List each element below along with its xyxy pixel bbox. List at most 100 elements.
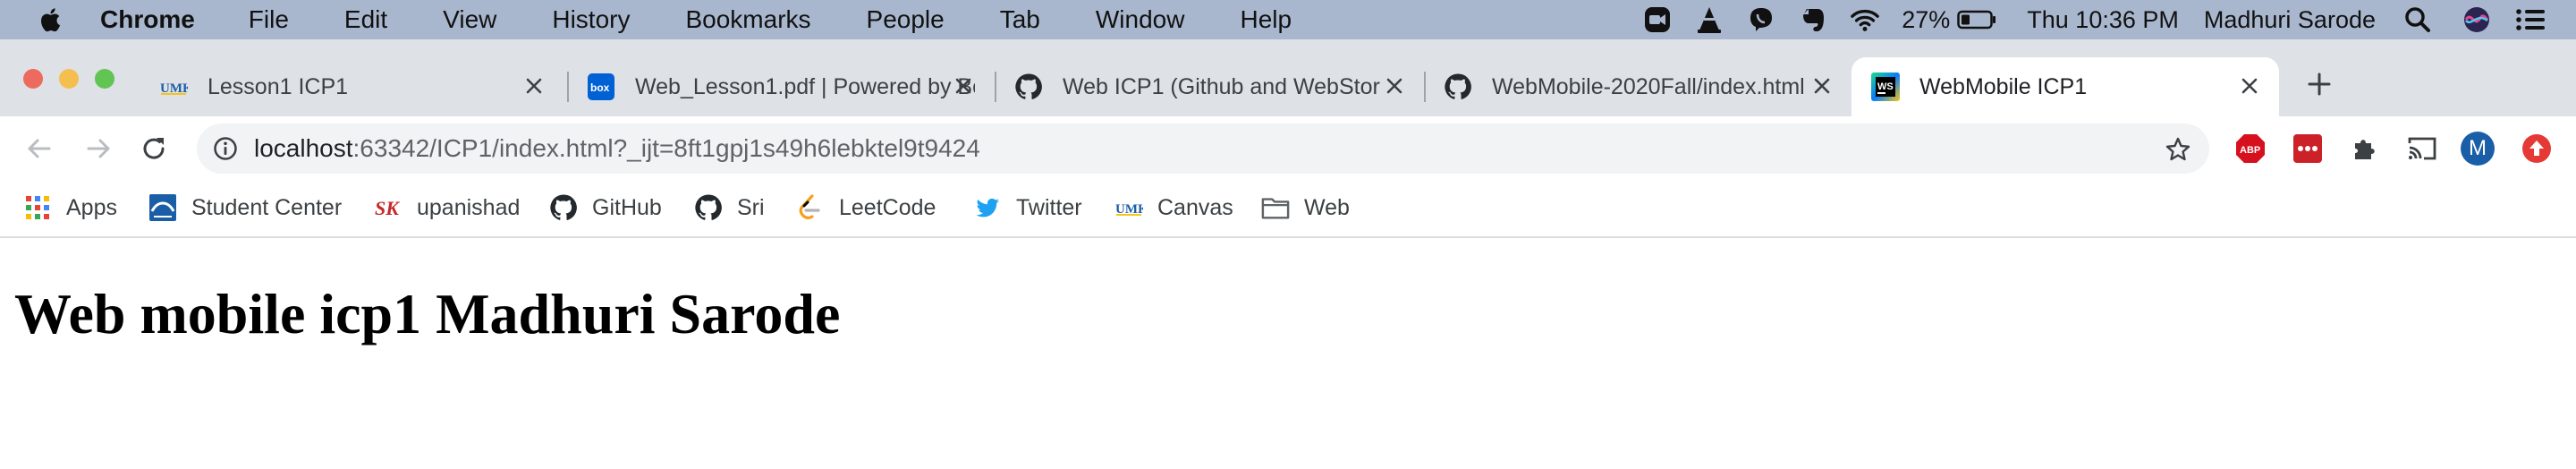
bookmark-sri[interactable]: Sri [694, 190, 765, 226]
siri-icon[interactable] [2462, 4, 2492, 35]
folder-icon [1261, 193, 1290, 222]
github-icon [1444, 72, 1472, 101]
umkc-icon: UMKC [159, 72, 188, 101]
bookmarks-bar: Apps Student Center SK upanishad GitHub … [0, 181, 2576, 238]
address-bar[interactable]: localhost:63342/ICP1/index.html?_ijt=8ft… [197, 124, 2209, 174]
tab-title: WebMobile ICP1 [1919, 73, 2088, 99]
menu-people[interactable]: People [867, 5, 945, 34]
bookmark-student-center[interactable]: Student Center [148, 190, 342, 226]
box-icon: box [587, 72, 615, 101]
web-page-content: Web mobile icp1 Madhuri Sarode [0, 240, 2576, 469]
forward-button[interactable] [80, 131, 116, 166]
wifi-icon[interactable] [1850, 4, 1880, 35]
bookmark-upanishad[interactable]: SK upanishad [374, 190, 520, 226]
apple-icon[interactable] [38, 6, 64, 33]
tab-title: Web ICP1 (Github and WebStorm) [1063, 73, 1381, 99]
profile-avatar[interactable]: M [2460, 131, 2496, 166]
tab-separator [567, 72, 569, 102]
vlc-icon[interactable] [1694, 4, 1724, 35]
tab-webmobile-icp1[interactable]: WS WebMobile ICP1 [1852, 57, 2279, 116]
tab-close-icon[interactable] [1381, 72, 1408, 99]
twitter-icon [973, 193, 1002, 222]
evernote-icon[interactable] [1798, 4, 1828, 35]
page-heading: Web mobile icp1 Madhuri Sarode [14, 282, 841, 345]
menu-tab[interactable]: Tab [1000, 5, 1040, 34]
github-icon [1014, 72, 1043, 101]
bookmark-label: Web [1304, 194, 1350, 220]
tab-close-icon[interactable] [1809, 72, 1835, 99]
reload-button[interactable] [136, 131, 172, 166]
svg-text:ABP: ABP [2240, 145, 2260, 156]
browser-toolbar: localhost:63342/ICP1/index.html?_ijt=8ft… [0, 116, 2576, 181]
cast-icon[interactable] [2404, 131, 2440, 166]
tab-strip: UMKC Lesson1 ICP1 box Web_Lesson1.pdf | … [0, 39, 2576, 116]
leetcode-icon [796, 193, 825, 222]
menu-help[interactable]: Help [1240, 5, 1292, 34]
menu-file[interactable]: File [249, 5, 289, 34]
menu-view[interactable]: View [443, 5, 496, 34]
tab-close-icon[interactable] [2236, 72, 2263, 99]
svg-text:box: box [590, 81, 610, 94]
viber-icon[interactable] [1746, 4, 1776, 35]
bookmark-label: LeetCode [839, 194, 936, 220]
update-available-icon[interactable] [2519, 131, 2555, 166]
tab-close-icon[interactable] [950, 72, 977, 99]
webstorm-icon: WS [1871, 72, 1900, 101]
back-button[interactable] [21, 131, 57, 166]
tab-web-lesson1-pdf[interactable]: box Web_Lesson1.pdf | Powered by Box [571, 57, 993, 116]
bookmark-label: GitHub [592, 194, 662, 220]
tab-close-icon[interactable] [521, 72, 547, 99]
extensions-puzzle-icon[interactable] [2347, 131, 2383, 166]
menu-history[interactable]: History [552, 5, 630, 34]
window-zoom-button[interactable] [95, 69, 114, 89]
github-icon [694, 193, 723, 222]
tab-separator [995, 72, 996, 102]
clock[interactable]: Thu 10:36 PM [2027, 6, 2179, 34]
tab-title: WebMobile-2020Fall/index.html [1492, 73, 1805, 99]
bookmark-canvas[interactable]: UMKC Canvas [1114, 190, 1233, 226]
spotlight-search-icon[interactable] [2402, 4, 2433, 35]
url-host: localhost [254, 134, 353, 162]
bookmark-star-icon[interactable] [2163, 134, 2193, 165]
menu-bar-status-area: 27% Thu 10:36 PM Madhuri Sarode [1642, 0, 2576, 39]
menu-edit[interactable]: Edit [344, 5, 387, 34]
svg-text:SK: SK [375, 197, 400, 219]
bookmark-folder-web[interactable]: Web [1261, 190, 1350, 226]
bookmark-label: upanishad [417, 194, 521, 220]
bookmark-leetcode[interactable]: LeetCode [796, 190, 936, 226]
lastpass-icon[interactable] [2290, 131, 2326, 166]
window-close-button[interactable] [23, 69, 43, 89]
battery-percent: 27% [1902, 5, 1951, 33]
battery-icon[interactable] [1957, 4, 1996, 35]
window-minimize-button[interactable] [59, 69, 79, 89]
tab-separator [1424, 72, 1426, 102]
profile-initial: M [2469, 136, 2487, 160]
macos-menu-bar: Chrome File Edit View History Bookmarks … [0, 0, 2576, 39]
new-tab-button[interactable] [2301, 66, 2337, 102]
control-center-list-icon[interactable] [2515, 4, 2546, 35]
tab-title: Lesson1 ICP1 [208, 73, 349, 99]
tab-web-icp1-github[interactable]: Web ICP1 (Github and WebStorm) [998, 57, 1424, 116]
bookmark-label: Canvas [1157, 194, 1233, 220]
apps-grid-icon [23, 193, 52, 222]
umkc-icon: UMKC [1114, 193, 1143, 222]
url-text[interactable]: localhost:63342/ICP1/index.html?_ijt=8ft… [254, 124, 980, 174]
bookmark-twitter[interactable]: Twitter [973, 190, 1082, 226]
tab-lesson1-icp1[interactable]: UMKC Lesson1 ICP1 [143, 57, 564, 116]
url-path: :63342/ICP1/index.html?_ijt=8ft1gpj1s49h… [352, 134, 980, 162]
student-center-icon [148, 193, 177, 222]
adblock-plus-icon[interactable]: ABP [2233, 131, 2268, 166]
svg-text:WS: WS [1877, 81, 1894, 92]
fast-user-switch-name[interactable]: Madhuri Sarode [2204, 6, 2376, 34]
site-info-icon[interactable] [211, 134, 240, 163]
zoom-app-icon[interactable] [1642, 4, 1673, 35]
menu-bookmarks[interactable]: Bookmarks [685, 5, 810, 34]
menu-window[interactable]: Window [1096, 5, 1185, 34]
menu-app-chrome[interactable]: Chrome [100, 5, 195, 34]
github-icon [549, 193, 578, 222]
bookmark-github[interactable]: GitHub [549, 190, 662, 226]
bookmark-label: Student Center [191, 194, 343, 220]
tab-webmobile-index-html[interactable]: WebMobile-2020Fall/index.html [1428, 57, 1852, 116]
bookmark-apps[interactable]: Apps [23, 190, 117, 226]
bookmark-label: Apps [66, 194, 117, 220]
